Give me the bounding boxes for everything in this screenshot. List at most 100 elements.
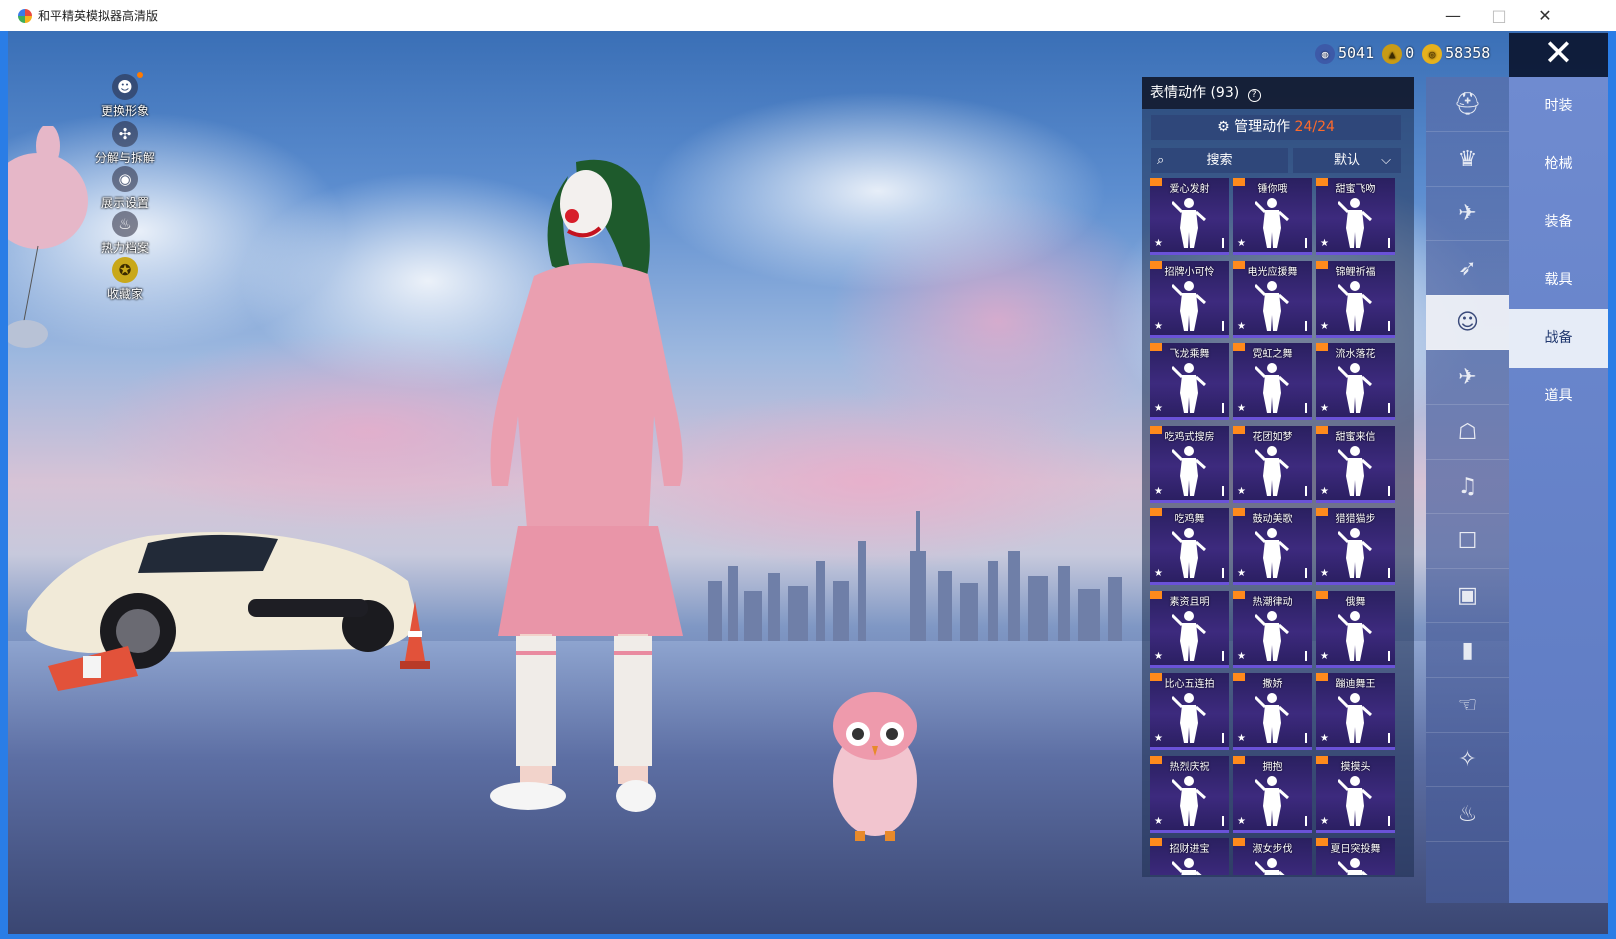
city-skyline [708, 511, 1122, 641]
tab-4[interactable]: 战备 [1509, 309, 1608, 368]
rarity-bar [1222, 733, 1224, 743]
emulator-window: 和平精英模拟器高清版 — □ ✕ ☻ 更换形象 ✣ 分解与拆解 ◉ 展示设置 ♨… [0, 0, 1616, 939]
currency-value: 58358 [1445, 43, 1491, 62]
traffic-cone [400, 601, 430, 669]
currency-bar: ◍ 5041 ▲ 0 ◎ 58358 [1315, 42, 1490, 66]
player-character[interactable] [468, 156, 728, 826]
help-icon[interactable]: ? [1247, 89, 1261, 102]
main-tabs: 时装 枪械 装备 载具 战备 道具 [1509, 77, 1608, 903]
wand-icon[interactable]: ✧ [1426, 732, 1509, 788]
left-menu-label: 更换形象 [100, 104, 149, 118]
emote-tile[interactable]: 电光应援舞 ★ [1233, 260, 1312, 338]
glider-icon[interactable]: ➶ [1426, 241, 1509, 296]
tab-3[interactable]: 载具 [1509, 251, 1608, 310]
emote-tile[interactable]: 比心五连拍 ★ [1150, 673, 1229, 750]
tab-5[interactable]: 道具 [1509, 367, 1608, 426]
window-title: 和平精英模拟器高清版 [38, 9, 159, 23]
tab-0[interactable]: 时装 [1509, 77, 1608, 136]
emote-name: 招牌小可怜 [1164, 266, 1215, 278]
currency-triangle[interactable]: ▲ 0 [1382, 44, 1414, 65]
emote-tile[interactable]: 夏日突投舞★ [1316, 838, 1395, 875]
emote-tile[interactable]: 吃鸡式搜房 ★ [1150, 425, 1229, 503]
window-close-button[interactable]: ✕ [1522, 0, 1568, 31]
crown-icon[interactable]: ♛ [1426, 132, 1509, 187]
emote-name: 俄舞 [1345, 596, 1366, 608]
extinguisher-icon[interactable]: ▮ [1426, 623, 1509, 678]
manage-emotes-button[interactable]: ⚙ 管理动作 24/24 [1151, 115, 1401, 140]
smile-icon[interactable]: ☺ [1426, 295, 1509, 351]
rarity-bar [1388, 568, 1390, 578]
star-icon: ★ [1237, 320, 1246, 332]
emote-tile[interactable]: 素资且明 ★ [1150, 590, 1229, 668]
left-menu-label: 收藏家 [106, 287, 143, 301]
hat-icon[interactable]: ⛑ [1426, 77, 1509, 132]
chat-icon[interactable]: ☐ [1426, 514, 1509, 569]
left-menu-change-appearance[interactable]: ☻ 更换形象 [80, 72, 170, 119]
tab-2[interactable]: 装备 [1509, 193, 1608, 252]
person-icon: ☻ [112, 74, 138, 100]
star-icon: ★ [1154, 650, 1163, 662]
dancer-silhouette-icon [1255, 445, 1289, 496]
robot-icon[interactable]: ☖ [1426, 405, 1509, 460]
emote-tile[interactable]: 热潮律动 ★ [1233, 590, 1312, 668]
rarity-bar [1305, 650, 1307, 661]
currency-gold[interactable]: ◎ 58358 [1422, 44, 1490, 65]
emote-tile[interactable]: 鼓动美歌 ★ [1233, 508, 1312, 585]
photo-icon[interactable]: ▣ [1426, 568, 1509, 624]
emote-grid: 爱心发射 ★ 锤你哦 ★ 甜蜜飞吻 ★ 招牌小可怜 ★ 电光应援舞 ★ 锦鲤祈福 ★ 飞龙乘舞 ★ 霓虹之舞… [1150, 178, 1412, 875]
sort-dropdown[interactable]: 默认 ⌵ [1293, 148, 1401, 173]
left-menu-display-settings[interactable]: ◉ 展示设置 [80, 166, 170, 211]
plane-icon[interactable]: ✈ [1426, 350, 1509, 405]
emote-tile[interactable]: 吃鸡舞 ★ [1150, 508, 1229, 585]
emote-name: 热潮律动 [1252, 596, 1293, 608]
hand-icon[interactable]: ☜ [1426, 678, 1509, 733]
dancer-silhouette-icon [1172, 528, 1206, 578]
star-icon: ★ [1154, 320, 1163, 332]
emote-tile[interactable]: 花团如梦 ★ [1233, 425, 1312, 503]
currency-globe[interactable]: ◍ 5041 [1315, 44, 1374, 65]
left-menu-collector[interactable]: ✪ 收藏家 [80, 257, 170, 302]
emote-tile[interactable]: 锦鲤祈福 ★ [1316, 260, 1395, 338]
emote-name: 拥抱 [1262, 761, 1283, 773]
globe-coin-icon: ◍ [1315, 44, 1335, 65]
emote-tile[interactable]: 甜蜜飞吻 ★ [1316, 178, 1395, 255]
emote-tile[interactable]: 锤你哦 ★ [1233, 178, 1312, 255]
emote-name: 招财进宝 [1169, 844, 1210, 855]
pet-owl[interactable] [820, 686, 930, 846]
emote-tile[interactable]: 淑女步伐★ [1233, 838, 1312, 875]
emote-tile[interactable]: 热烈庆祝 ★ [1150, 755, 1229, 833]
emote-tile[interactable]: 招财进宝★ [1150, 838, 1229, 875]
emote-tile[interactable]: 猎猎猫步 ★ [1316, 508, 1395, 585]
emote-name: 撒娇 [1262, 679, 1283, 690]
dancer-silhouette-icon [1172, 693, 1206, 743]
close-icon[interactable]: ✕ [1509, 33, 1608, 77]
manage-label: 管理动作 [1234, 119, 1291, 135]
emote-tile[interactable]: 流水落花 ★ [1316, 343, 1395, 420]
dancer-silhouette-icon [1338, 363, 1372, 413]
emote-tile[interactable]: 飞龙乘舞 ★ [1150, 343, 1229, 420]
emote-name: 热烈庆祝 [1169, 761, 1210, 773]
emote-tile[interactable]: 爱心发射 ★ [1150, 178, 1229, 255]
emote-tile[interactable]: 甜蜜来信 ★ [1316, 425, 1395, 503]
left-menu-label: 展示设置 [100, 196, 149, 210]
emote-tile[interactable]: 俄舞 ★ [1316, 590, 1395, 668]
rarity-bar [1222, 815, 1224, 826]
turkey-icon[interactable]: ♨ [1426, 787, 1509, 842]
star-icon: ★ [1154, 485, 1163, 497]
emote-tile[interactable]: 撒娇 ★ [1233, 673, 1312, 750]
left-menu-heat-profile[interactable]: ♨ 热力档案 [80, 211, 170, 256]
search-input[interactable]: ⌕ 搜索 [1151, 148, 1288, 173]
maximize-button[interactable]: □ [1476, 0, 1522, 31]
tab-1[interactable]: 枪械 [1509, 135, 1608, 194]
emote-tile[interactable]: 霓虹之舞 ★ [1233, 343, 1312, 420]
emote-tile[interactable]: 摸摸头 ★ [1316, 755, 1395, 833]
triangle-coin-icon: ▲ [1382, 44, 1403, 65]
left-menu-decompose[interactable]: ✣ 分解与拆解 [80, 121, 170, 166]
emote-tile[interactable]: 蹦迪舞王 ★ [1316, 673, 1395, 750]
emote-panel: 表情动作 (93) ? ⚙ 管理动作 24/24 ⌕ 搜索 默认 ⌵ 爱心发射 ★… [1142, 77, 1414, 877]
emote-tile[interactable]: 拥抱 ★ [1233, 755, 1312, 833]
minimize-button[interactable]: — [1430, 0, 1476, 31]
speaker-icon[interactable]: ♫ [1426, 459, 1509, 515]
emote-tile[interactable]: 招牌小可怜 ★ [1150, 260, 1229, 338]
drone-icon[interactable]: ✈ [1426, 186, 1509, 242]
